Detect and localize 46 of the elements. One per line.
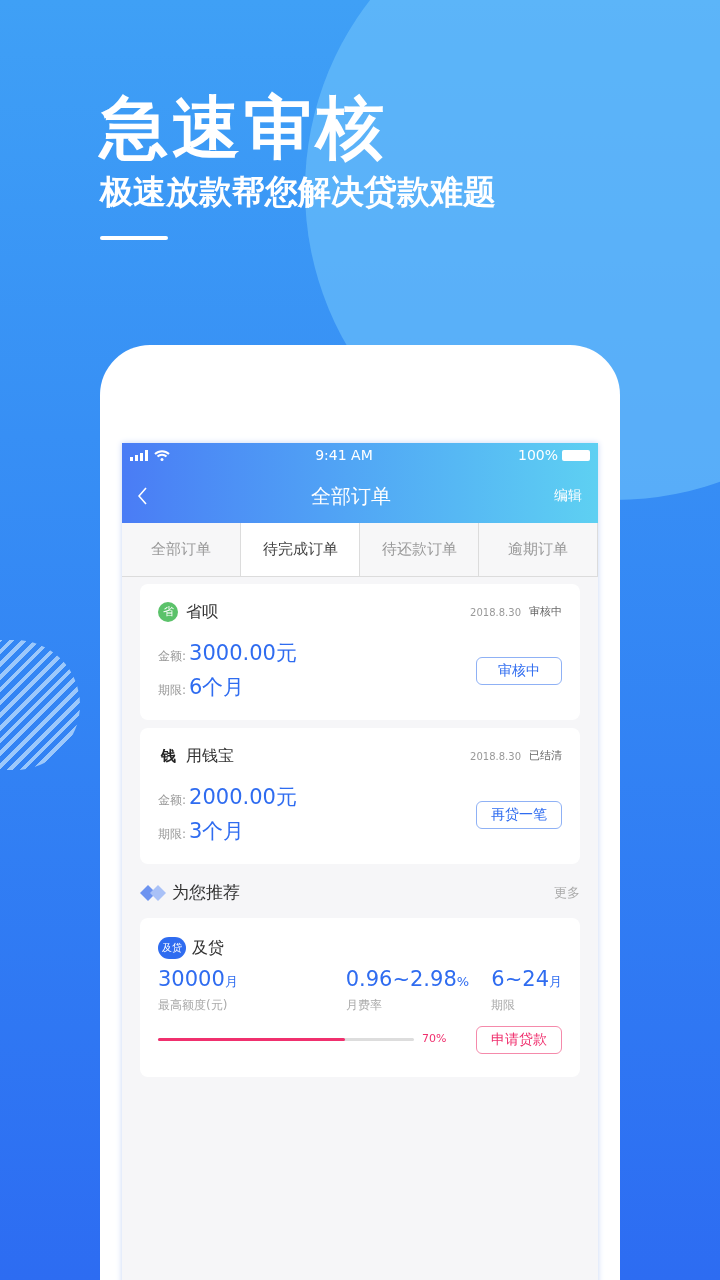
diamonds-icon xyxy=(140,885,166,901)
wifi-icon xyxy=(154,450,170,461)
stat-value: 0.96~2.98 xyxy=(345,966,457,993)
order-status: 审核中 xyxy=(529,603,562,620)
stat-unit: 月 xyxy=(549,973,562,991)
signal-icon xyxy=(130,450,150,461)
stat-unit: 月 xyxy=(224,973,238,991)
order-action-button[interactable]: 审核中 xyxy=(476,656,562,685)
loan-term: 6个月 xyxy=(189,673,245,701)
stat-value: 30000 xyxy=(158,966,225,993)
order-action-button[interactable]: 再贷一笔 xyxy=(476,800,562,829)
stat-label: 月费率 xyxy=(345,996,382,1014)
field-label: 金额: xyxy=(158,648,187,665)
app-name: 用钱宝 xyxy=(186,745,234,767)
loan-amount: 2000.00元 xyxy=(189,784,297,811)
app-name: 省呗 xyxy=(186,601,218,623)
field-label: 期限: xyxy=(158,825,187,843)
app-logo: 省 xyxy=(158,602,178,622)
product-name: 及贷 xyxy=(192,937,224,959)
app-logo: 钱 xyxy=(159,746,177,766)
battery-percent: 100% xyxy=(517,446,558,465)
stat-unit: % xyxy=(456,974,470,991)
edit-button[interactable]: 编辑 xyxy=(554,485,582,506)
app-logo: 及贷 xyxy=(158,937,186,959)
order-tab[interactable]: 全部订单 xyxy=(122,523,241,576)
stat-value: 6~24 xyxy=(491,966,549,993)
nav-title: 全部订单 xyxy=(311,482,391,510)
loan-amount: 3000.00元 xyxy=(189,640,297,667)
status-time: 9:41 AM xyxy=(315,446,373,465)
subtitle: 极速放款帮您解决贷款难题 xyxy=(100,171,497,213)
loan-term: 3个月 xyxy=(189,817,245,845)
stat-label: 期限 xyxy=(491,996,516,1014)
field-label: 金额: xyxy=(158,792,187,809)
headline: 急速审核 xyxy=(100,88,389,168)
progress-percent: 70% xyxy=(422,1031,447,1048)
order-tab[interactable]: 待完成订单 xyxy=(241,523,360,576)
order-date: 2018.8.30 xyxy=(470,605,521,620)
order-date: 2018.8.30 xyxy=(470,749,521,764)
apply-loan-button[interactable]: 申请贷款 xyxy=(476,1025,562,1054)
back-icon[interactable] xyxy=(138,486,148,505)
more-link[interactable]: 更多 xyxy=(554,883,580,903)
stat-label: 最高额度(元) xyxy=(158,996,228,1014)
order-status: 已结清 xyxy=(529,747,562,764)
battery-icon xyxy=(562,450,590,461)
field-label: 期限: xyxy=(158,681,187,699)
section-title: 为您推荐 xyxy=(172,881,240,905)
